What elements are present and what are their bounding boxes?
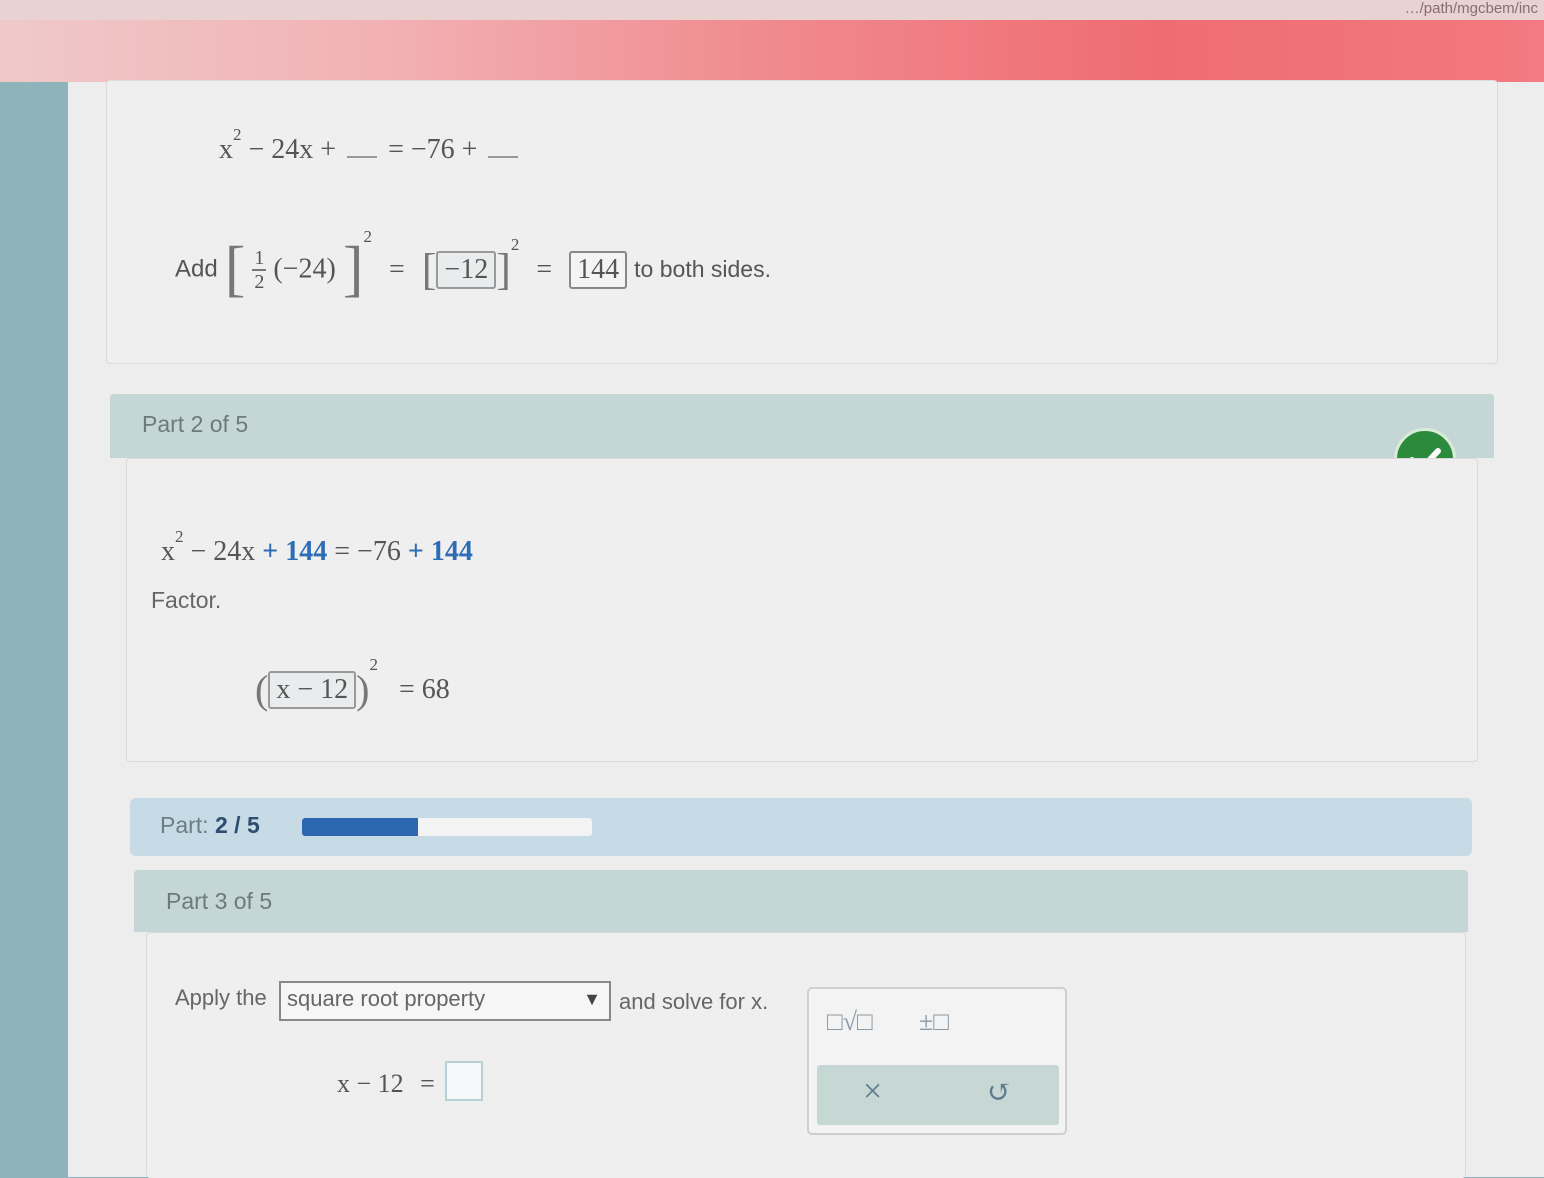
eq2-add-right: + 144 [407,536,473,567]
eq-mid: = −76 + [388,134,478,165]
to-both-sides-text: to both sides. [634,256,771,283]
address-bar-url[interactable]: …/path/mgcbem/inc [0,0,1544,20]
eq2-x: x [161,536,175,567]
sqrt-key[interactable]: □√□ [827,1007,873,1037]
answer-lhs: x − 12 [337,1069,404,1098]
answer-equals: = [420,1069,435,1098]
clear-button[interactable]: × [863,1073,882,1111]
eq-x: x [219,134,233,165]
left-bracket: [ [224,235,246,304]
half-value-box[interactable]: −12 [436,250,497,289]
part2-panel: x2 − 24x + 144 = −76 + 144 Factor. (x − … [126,458,1478,762]
part3-header: Part 3 of 5 [134,870,1468,932]
method-dropdown[interactable]: square root property ▼ [279,981,611,1021]
bracket-open: [ [421,245,437,295]
paren-open: ( [255,667,269,713]
progress-bar-row: Part: 2 / 5 [130,798,1472,856]
solve-label: and solve for x. [619,989,769,1014]
blank-1 [347,136,378,158]
factor-result: = 68 [398,673,450,705]
dropdown-selected: square root property [287,986,486,1011]
eq2-minus: − 24x [190,536,256,567]
progress-fill [302,818,418,836]
half-fraction: 1 2 [252,246,267,293]
part3-header-label: Part 3 of 5 [166,888,273,914]
bracket-close: ] [496,245,511,295]
progress-current: 2 [214,812,228,838]
browser-top-bar: …/path/mgcbem/inc [0,0,1544,82]
part1-panel: x2 − 24x + = −76 + Add [ 1 2 (−24) ] 2 = … [106,80,1498,364]
square-value-box[interactable]: 144 [569,250,628,289]
equals-1: = [388,253,405,285]
fraction-denominator: 2 [254,270,265,293]
part2-header-label: Part 2 of 5 [142,411,249,437]
progress-separator: / [234,812,241,838]
factored-equation: (x − 12)2 = 68 [255,655,450,713]
factor-label: Factor. [151,587,222,613]
plusminus-key[interactable]: ±□ [919,1007,949,1037]
part3-panel: Apply the square root property ▼ and sol… [146,932,1466,1178]
right-bracket: ] [342,235,364,304]
fraction-numerator: 1 [254,246,265,269]
eq2-equals: = −76 [334,536,401,567]
progress-total: 5 [246,812,260,838]
progress-label-text: Part: [160,812,209,838]
eq-rest: − 24x + [248,134,337,165]
part2-equation: x2 − 24x + 144 = −76 + 144 [161,527,473,567]
coefficient: (−24) [273,253,336,285]
part2-header: Part 2 of 5 [110,394,1494,458]
progress-track [302,818,592,836]
equals-2: = [536,253,553,285]
keypad-action-row: × ↺ [817,1065,1059,1125]
part1-add-row: Add [ 1 2 (−24) ]2 = [−12]2 = 144 to bot… [175,227,771,304]
undo-button[interactable]: ↺ [987,1075,1012,1110]
answer-input[interactable] [445,1061,483,1101]
answer-row: x − 12 = [337,1069,435,1099]
eq2-add-left: + 144 [262,536,328,567]
math-keypad: □√□ ±□ × ↺ [807,987,1067,1135]
apply-label: Apply the [175,985,267,1010]
blank-2 [488,136,519,158]
assessment-page: x2 − 24x + = −76 + Add [ 1 2 (−24) ]2 = … [68,80,1544,1178]
dropdown-arrow-icon: ▼ [583,989,601,1009]
part1-equation: x2 − 24x + = −76 + [219,125,522,166]
progress-label: Part: 2 / 5 [160,812,260,839]
factored-box[interactable]: x − 12 [268,670,357,709]
add-label: Add [175,255,218,283]
paren-close: ) [356,667,370,713]
